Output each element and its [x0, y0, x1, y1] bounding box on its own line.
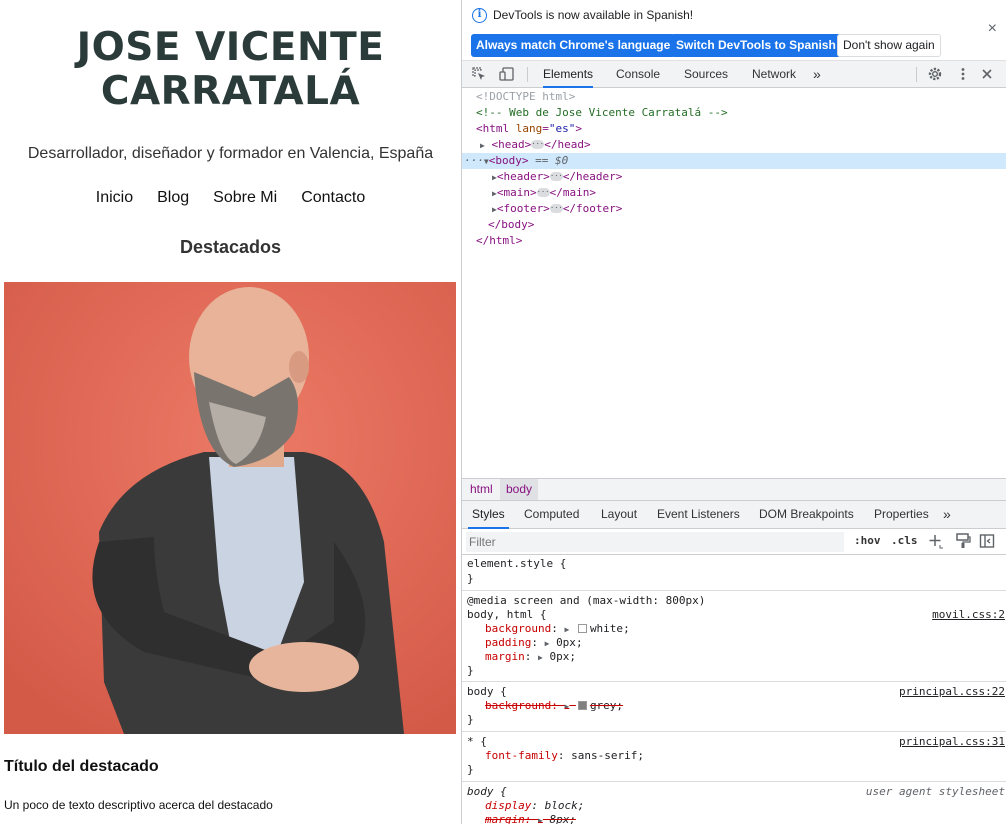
element-style-selector[interactable]: element.style { [467, 557, 566, 571]
dom-body-close[interactable]: </body> [462, 217, 1006, 233]
rule-source-link[interactable]: principal.css:22 [899, 685, 1005, 699]
nav-link-inicio[interactable]: Inicio [84, 189, 145, 207]
media-body-html-rule: @media screen and (max-width: 800px) bod… [462, 591, 1006, 682]
toolbar-divider [916, 67, 917, 82]
style-property-overridden[interactable]: margin: ▶ 8px; [485, 813, 576, 824]
language-infobar: i DevTools is now available in Spanish! … [462, 0, 1006, 61]
rule-close-brace: } [467, 763, 474, 776]
styles-filter-bar: :hov .cls [462, 529, 1006, 555]
styles-filter-input[interactable] [466, 532, 844, 552]
more-options-icon[interactable] [955, 66, 971, 82]
info-icon: i [472, 8, 487, 23]
style-property[interactable]: background: ▶ white; [485, 622, 630, 636]
featured-title: Título del destacado [4, 758, 159, 775]
toggle-sidebar-icon[interactable] [979, 533, 995, 549]
user-agent-body-rule: body { user agent stylesheet display: bl… [462, 782, 1006, 824]
style-property-overridden[interactable]: background: ▶ grey; [485, 699, 623, 713]
page-viewport: Jose Vicente Carratalá Desarrollador, di… [0, 0, 461, 824]
paint-brush-icon[interactable] [955, 533, 971, 549]
rule-source-link[interactable]: principal.css:31 [899, 735, 1005, 749]
dom-doctype[interactable]: <!DOCTYPE html> [462, 89, 1006, 105]
dom-html-close[interactable]: </html> [462, 233, 1006, 249]
color-swatch[interactable] [577, 623, 587, 633]
switch-to-spanish-button[interactable]: Switch DevTools to Spanish [671, 34, 841, 57]
tab-properties[interactable]: Properties [874, 501, 929, 529]
site-title-line2: Carratalá [100, 69, 361, 114]
close-devtools-icon[interactable] [979, 66, 995, 82]
breadcrumb: html body [462, 478, 1006, 501]
site-title-line1: Jose Vicente [76, 25, 385, 70]
dom-head-node[interactable]: ▶ <head>···</head> [462, 137, 1006, 153]
main-toolbar: Elements Console Sources Network » [462, 61, 1006, 88]
breadcrumb-html[interactable]: html [464, 479, 499, 500]
tab-layout[interactable]: Layout [601, 501, 637, 529]
dom-tree: <!DOCTYPE html> <!-- Web de Jose Vicente… [462, 88, 1006, 478]
dom-body-node[interactable]: ···▼<body> == $0 [462, 153, 1006, 169]
more-subtabs-icon[interactable]: » [943, 501, 951, 529]
new-style-rule-icon[interactable] [928, 533, 944, 549]
tab-dom-breakpoints[interactable]: DOM Breakpoints [759, 501, 854, 529]
tab-console[interactable]: Console [616, 61, 660, 88]
nav-link-contacto[interactable]: Contacto [289, 189, 377, 207]
universal-rule: * { principal.css:31 font-family: sans-s… [462, 732, 1006, 782]
rule-close-brace: } [467, 572, 474, 585]
rule-close-brace: } [467, 713, 474, 726]
breadcrumb-body[interactable]: body [500, 479, 539, 500]
featured-photo [4, 282, 456, 734]
dom-footer-node[interactable]: ▶<footer>···</footer> [462, 201, 1006, 217]
tab-computed[interactable]: Computed [524, 501, 579, 529]
close-icon[interactable]: × [988, 20, 997, 38]
dont-show-again-button[interactable]: Don't show again [837, 34, 941, 57]
styles-pane: element.style { } @media screen and (max… [462, 555, 1006, 824]
rule-source-label: user agent stylesheet [865, 785, 1005, 798]
inspect-element-icon[interactable] [471, 66, 487, 82]
rule-close-brace: } [467, 664, 474, 677]
dom-comment[interactable]: <!-- Web de Jose Vicente Carratalá --> [462, 105, 1006, 121]
settings-gear-icon[interactable] [927, 66, 943, 82]
devtools-panel: i DevTools is now available in Spanish! … [461, 0, 1006, 824]
sidebar-tabs: Styles Computed Layout Event Listeners D… [462, 501, 1006, 529]
rule-selector[interactable]: body { [467, 685, 507, 699]
rule-selector[interactable]: body, html { [467, 608, 546, 622]
style-property[interactable]: margin: ▶ 0px; [485, 650, 576, 664]
tab-event-listeners[interactable]: Event Listeners [657, 501, 740, 529]
nav-link-blog[interactable]: Blog [145, 189, 201, 207]
body-grey-rule: body { principal.css:22 background: ▶ gr… [462, 682, 1006, 732]
rule-selector[interactable]: body { [467, 785, 507, 799]
rule-source-link[interactable]: movil.css:2 [932, 608, 1005, 622]
rule-selector[interactable]: * { [467, 735, 487, 749]
tab-elements[interactable]: Elements [543, 61, 594, 88]
style-property[interactable]: padding: ▶ 0px; [485, 636, 583, 650]
featured-text: Un poco de texto descriptivo acerca del … [4, 798, 273, 812]
tab-network[interactable]: Network [752, 61, 796, 88]
media-query: @media screen and (max-width: 800px) [467, 594, 706, 607]
dom-html-open[interactable]: <html lang="es"> [462, 121, 1006, 137]
more-tabs-icon[interactable]: » [813, 61, 821, 88]
style-property[interactable]: display: block; [485, 799, 584, 813]
site-tagline: Desarrollador, diseñador y formador en V… [27, 145, 434, 162]
nav-link-sobre-mi[interactable]: Sobre Mi [201, 189, 289, 207]
infobar-message: DevTools is now available in Spanish! [493, 8, 694, 22]
device-toolbar-icon[interactable] [499, 66, 515, 82]
featured-heading: Destacados [179, 237, 282, 257]
dom-main-node[interactable]: ▶<main>···</main> [462, 185, 1006, 201]
element-style-rule: element.style { } [462, 555, 1006, 591]
color-swatch[interactable] [577, 700, 587, 710]
hov-toggle[interactable]: :hov [854, 534, 881, 547]
site-nav: Inicio Blog Sobre Mi Contacto [0, 189, 461, 207]
dom-header-node[interactable]: ▶<header>···</header> [462, 169, 1006, 185]
style-property[interactable]: font-family: sans-serif; [485, 749, 644, 763]
always-match-language-button[interactable]: Always match Chrome's language [471, 34, 676, 57]
site-title: Jose Vicente Carratalá [0, 26, 461, 114]
toolbar-divider [527, 67, 528, 82]
cls-toggle[interactable]: .cls [891, 534, 918, 547]
tab-sources[interactable]: Sources [684, 61, 728, 88]
tab-styles[interactable]: Styles [468, 501, 509, 529]
